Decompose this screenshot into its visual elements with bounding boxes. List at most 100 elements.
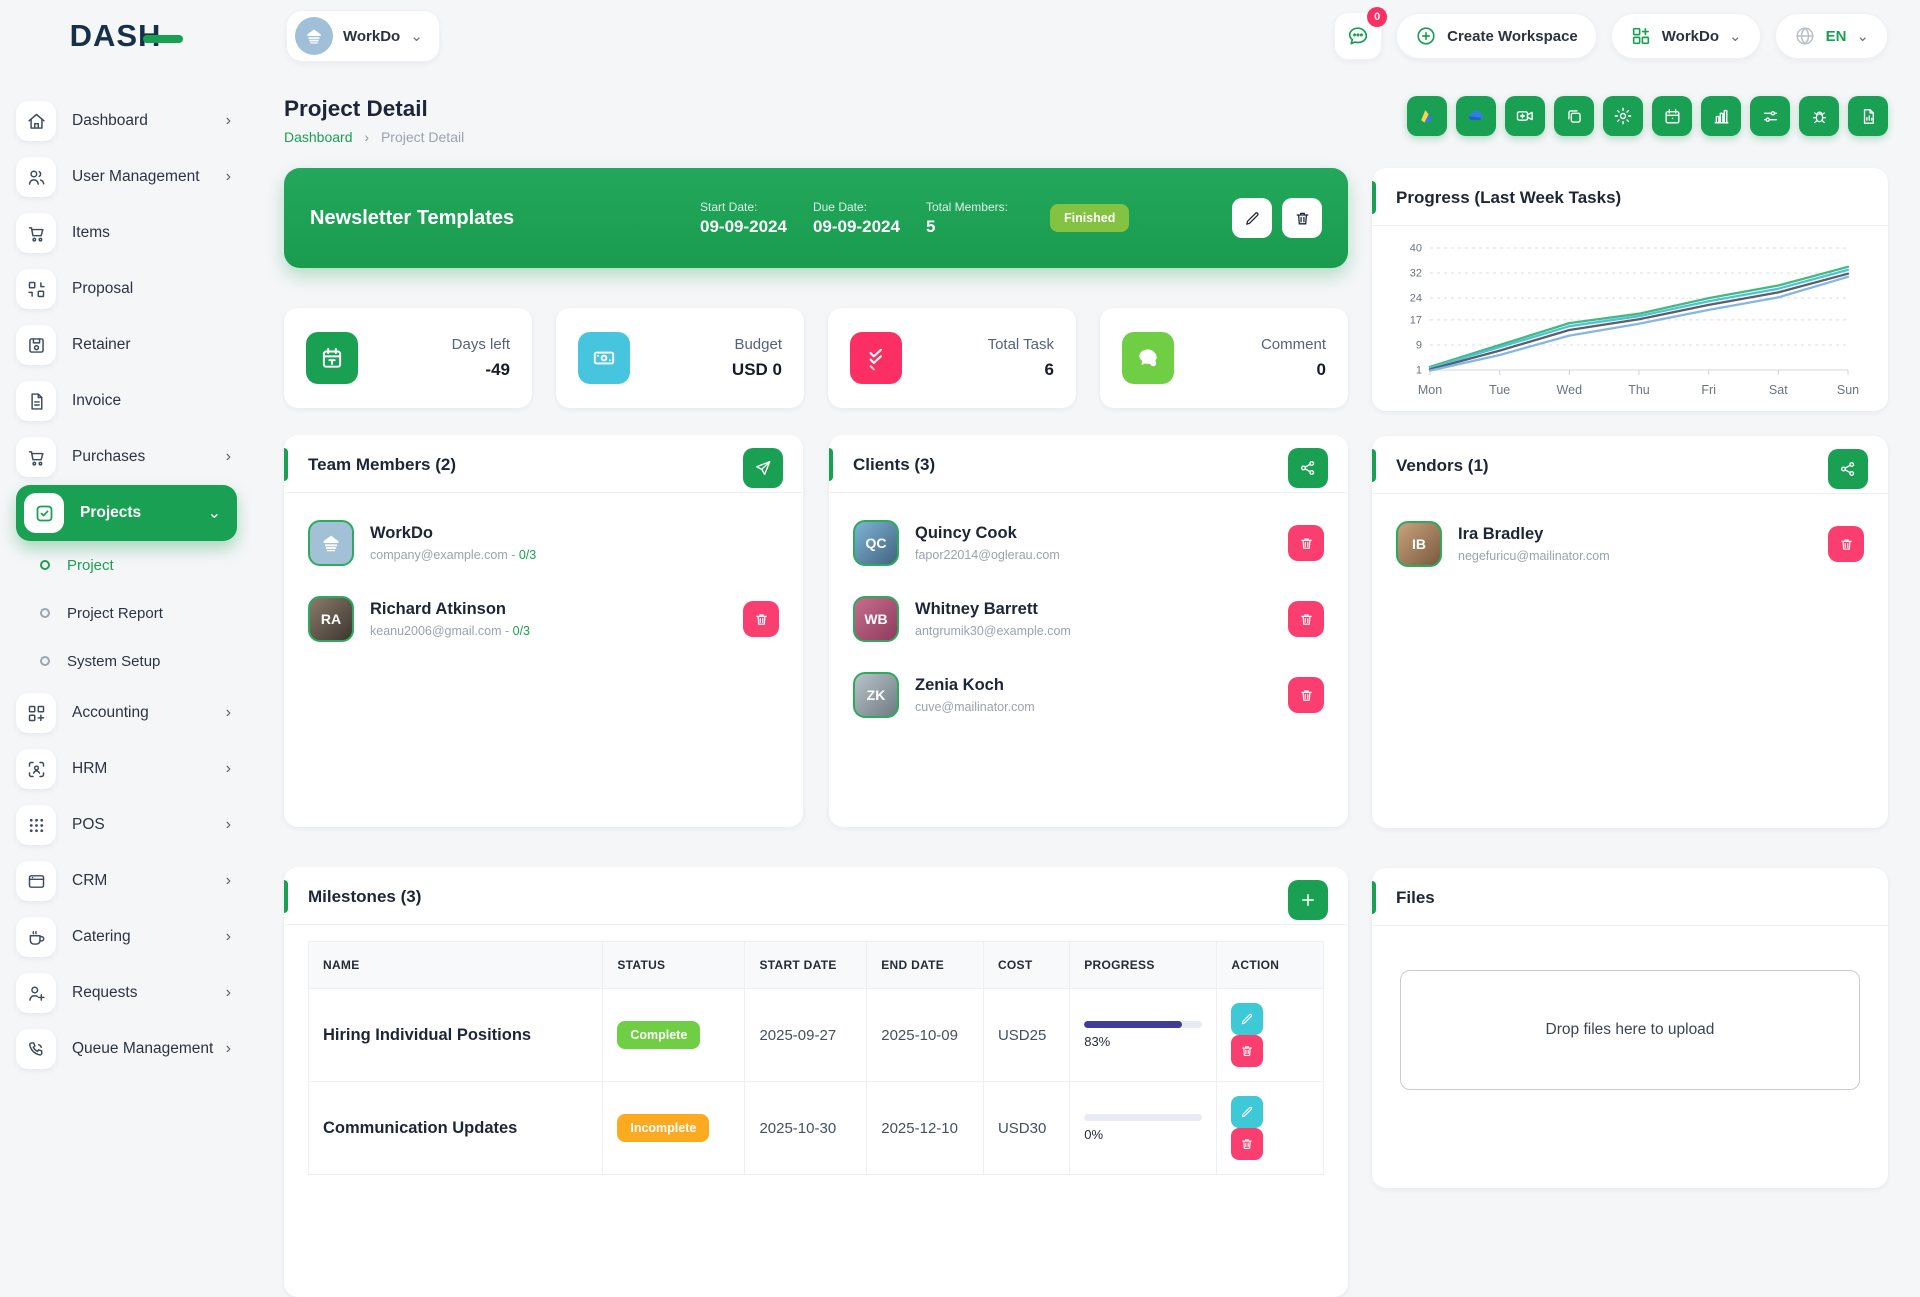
progress-chart-title: Progress (Last Week Tasks) xyxy=(1372,168,1888,226)
delete-milestone-button[interactable] xyxy=(1231,1035,1263,1067)
app-logo[interactable]: DASH xyxy=(0,18,253,54)
calendar-button[interactable] xyxy=(1652,96,1692,136)
create-workspace-label: Create Workspace xyxy=(1447,28,1578,45)
browser-icon xyxy=(16,861,56,901)
copy-icon xyxy=(1565,107,1584,126)
users-icon xyxy=(16,157,56,197)
milestone-status-badge: Incomplete xyxy=(617,1114,709,1142)
sidebar-item-queue-management[interactable]: Queue Management › xyxy=(0,1021,253,1077)
sidebar-item-purchases[interactable]: Purchases › xyxy=(0,429,253,485)
edit-project-button[interactable] xyxy=(1232,198,1272,238)
invoice-icon xyxy=(16,381,56,421)
client-name: Whitney Barrett xyxy=(915,600,1071,619)
share-vendors-button[interactable] xyxy=(1828,449,1868,489)
debug-button[interactable] xyxy=(1799,96,1839,136)
invite-member-button[interactable] xyxy=(743,448,783,488)
sidebar-item-dashboard[interactable]: Dashboard › xyxy=(0,93,253,149)
sidebar-item-accounting[interactable]: Accounting › xyxy=(0,685,253,741)
edit-milestone-button[interactable] xyxy=(1231,1003,1263,1035)
svg-text:Mon: Mon xyxy=(1418,383,1442,397)
phone-icon xyxy=(16,1029,56,1069)
google-drive-button[interactable] xyxy=(1407,96,1447,136)
remove-member-button[interactable] xyxy=(743,601,779,637)
create-workspace-button[interactable]: Create Workspace xyxy=(1396,13,1597,59)
remove-client-button[interactable] xyxy=(1288,677,1324,713)
team-member-row: RA Richard Atkinson keanu2006@gmail.com … xyxy=(284,581,803,657)
chevron-right-icon: › xyxy=(226,760,231,778)
double-check-icon xyxy=(850,332,902,384)
member-email: keanu2006@gmail.com - 0/3 xyxy=(370,624,530,638)
dropzone-text: Drop files here to upload xyxy=(1546,1021,1715,1039)
project-name: Newsletter Templates xyxy=(310,207,700,230)
language-menu[interactable]: EN ⌄ xyxy=(1775,13,1888,59)
sidebar-item-invoice[interactable]: Invoice xyxy=(0,373,253,429)
chat-button[interactable]: 0 xyxy=(1334,12,1382,60)
sidebar-item-proposal[interactable]: Proposal xyxy=(0,261,253,317)
share-clients-button[interactable] xyxy=(1288,448,1328,488)
milestone-end: 2025-12-10 xyxy=(867,1082,984,1175)
client-email: antgrumik30@example.com xyxy=(915,624,1071,638)
sidebar-item-catering[interactable]: Catering › xyxy=(0,909,253,965)
sidebar-item-retainer[interactable]: Retainer xyxy=(0,317,253,373)
milestone-status-badge: Complete xyxy=(617,1021,700,1049)
remove-client-button[interactable] xyxy=(1288,601,1324,637)
trash-icon xyxy=(1294,210,1311,227)
trash-icon xyxy=(1299,688,1314,703)
column-header: START DATE xyxy=(745,942,867,989)
remove-client-button[interactable] xyxy=(1288,525,1324,561)
member-email: company@example.com - 0/3 xyxy=(370,548,536,562)
chat-icon xyxy=(1122,332,1174,384)
milestones-card: Milestones (3) NAME STATUS START DATE EN… xyxy=(284,867,1348,1297)
sidebar-item-hrm[interactable]: HRM › xyxy=(0,741,253,797)
svg-text:17: 17 xyxy=(1410,314,1422,326)
gear-icon xyxy=(1613,106,1633,126)
stat-budget: BudgetUSD 0 xyxy=(556,308,804,408)
chevron-down-icon: ⌄ xyxy=(1856,27,1869,45)
sidebar-item-user-management[interactable]: User Management › xyxy=(0,149,253,205)
client-row: ZK Zenia Koch cuve@mailinator.com xyxy=(829,657,1348,733)
start-date-group: Start Date: 09-09-2024 xyxy=(700,200,787,237)
bullet-icon xyxy=(40,560,50,570)
svg-text:9: 9 xyxy=(1416,340,1422,352)
team-members-title: Team Members (2) xyxy=(284,435,803,493)
chart-button[interactable] xyxy=(1701,96,1741,136)
video-record-button[interactable] xyxy=(1505,96,1545,136)
sidebar-item-items[interactable]: Items xyxy=(0,205,253,261)
report-button[interactable] xyxy=(1848,96,1888,136)
vendor-name: Ira Bradley xyxy=(1458,525,1610,544)
account-name: WorkDo xyxy=(1662,28,1719,45)
breadcrumb-dashboard-link[interactable]: Dashboard xyxy=(284,129,353,145)
chevron-right-icon: › xyxy=(226,704,231,722)
remove-vendor-button[interactable] xyxy=(1828,526,1864,562)
copy-button[interactable] xyxy=(1554,96,1594,136)
sidebar-subitem-system-setup[interactable]: System Setup xyxy=(0,637,253,685)
add-milestone-button[interactable] xyxy=(1288,880,1328,920)
sidebar-item-crm[interactable]: CRM › xyxy=(0,853,253,909)
trash-icon xyxy=(1299,536,1314,551)
client-avatar: WB xyxy=(853,596,899,642)
file-dropzone[interactable]: Drop files here to upload xyxy=(1400,970,1860,1090)
account-menu[interactable]: WorkDo ⌄ xyxy=(1611,13,1761,59)
chat-bubble-icon xyxy=(1346,24,1370,48)
sidebar-item-requests[interactable]: Requests › xyxy=(0,965,253,1021)
delete-milestone-button[interactable] xyxy=(1231,1128,1263,1160)
one-drive-button[interactable] xyxy=(1456,96,1496,136)
workspace-selector[interactable]: WorkDo ⌄ xyxy=(286,10,440,62)
sidebar-item-pos[interactable]: POS › xyxy=(0,797,253,853)
team-members-card: Team Members (2) WorkDo company@example.… xyxy=(284,435,803,827)
delete-project-button[interactable] xyxy=(1282,198,1322,238)
workspace-name: WorkDo xyxy=(343,28,400,45)
plus-circle-icon xyxy=(1415,25,1437,47)
team-member-row: WorkDo company@example.com - 0/3 xyxy=(284,505,803,581)
settings-button[interactable] xyxy=(1603,96,1643,136)
filters-button[interactable] xyxy=(1750,96,1790,136)
sidebar-item-projects[interactable]: Projects ⌄ xyxy=(16,485,237,541)
project-banner: Newsletter Templates Start Date: 09-09-2… xyxy=(284,168,1348,268)
sidebar-subitem-project[interactable]: Project xyxy=(0,541,253,589)
progress-line-chart: 1917243240MonTueWedThuFriSatSun xyxy=(1382,234,1868,404)
total-members-group: Total Members: 5 xyxy=(926,200,1008,237)
edit-milestone-button[interactable] xyxy=(1231,1096,1263,1128)
sidebar-subitem-project-report[interactable]: Project Report xyxy=(0,589,253,637)
banknote-icon xyxy=(578,332,630,384)
vendors-title: Vendors (1) xyxy=(1372,436,1888,494)
